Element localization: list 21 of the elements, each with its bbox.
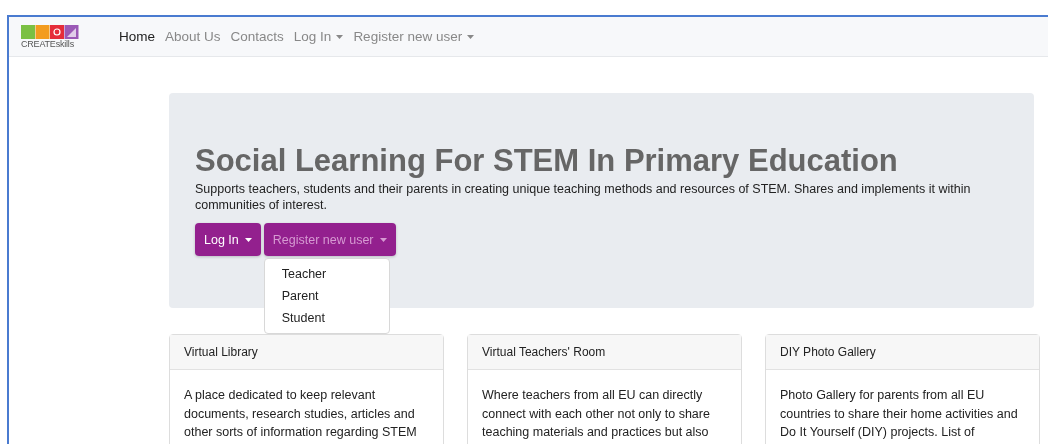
card-text: Photo Gallery for parents from all EU countries to share their home activities and Do It Yourself (DIY) projects. List of — [779, 387, 1019, 441]
menu-item[interactable]: Parent — [264, 285, 389, 307]
nav-link[interactable]: Log In — [293, 29, 344, 44]
card-text: Where teachers from all EU can directly connect with each other not only to share teaching materials and practices but also — [481, 387, 711, 441]
hero-lead: Supports teachers, students and their parents in creating unique teaching methods and resources of STEM. Shares and implements it within communities of interest. — [195, 181, 972, 213]
caret-icon — [379, 237, 387, 242]
logo-icon — [21, 24, 79, 39]
card-text: A place dedicated to keep relevant documents, research studies, articles and other sorts of information regarding STEM — [183, 387, 418, 441]
dropdown-button[interactable]: Log In — [195, 223, 261, 256]
menu-item[interactable]: Teacher — [264, 263, 389, 285]
card-title: Virtual Library — [170, 335, 443, 370]
nav-link[interactable]: Home — [119, 29, 155, 44]
card-title: Virtual Teachers' Room — [468, 335, 741, 370]
caret-icon — [244, 237, 252, 242]
caret-icon — [336, 34, 344, 39]
caret-icon — [467, 34, 475, 39]
card-title: DIY Photo Gallery — [766, 335, 1039, 370]
menu-item[interactable]: Student — [264, 307, 389, 329]
logo-text: CREATEskills — [21, 38, 75, 49]
hero-title: Social Learning For STEM In Primary Education — [195, 143, 899, 179]
nav-link[interactable]: About Us — [165, 29, 221, 44]
